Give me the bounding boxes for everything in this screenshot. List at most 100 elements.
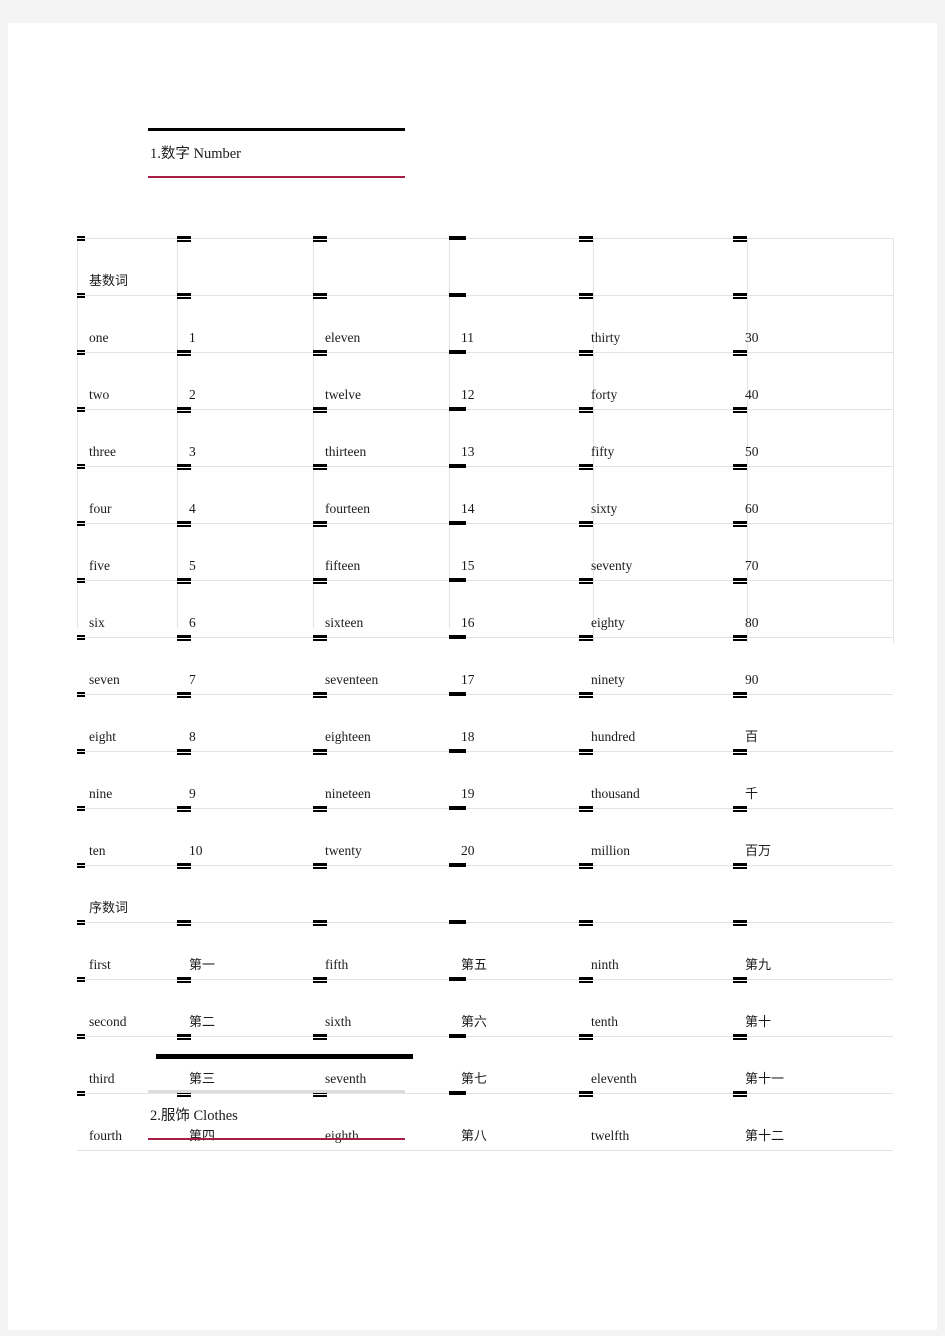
table-cell: 6 — [177, 578, 313, 638]
table-cell: 40 — [733, 350, 893, 410]
table-cell: 千 — [733, 749, 893, 809]
document-page: 1.数字 Number 基数词 one 1 eleven 11 thirty 30 two 2 t… — [0, 0, 945, 1336]
table-cell: 80 — [733, 578, 893, 638]
table-cell: 18 — [449, 692, 579, 752]
table-cell: five — [77, 521, 177, 581]
table-cell: six — [77, 578, 177, 638]
table-cell: four — [77, 464, 177, 524]
table-cell: twelfth — [579, 1091, 733, 1151]
table-cell: 30 — [733, 293, 893, 353]
table-cell: 2 — [177, 350, 313, 410]
table-row: two 2 twelve 12 forty 40 — [77, 350, 893, 410]
section-title-number: 1.数字 Number — [150, 146, 242, 162]
table-cell: 9 — [177, 749, 313, 809]
table-cell: twelve — [313, 350, 449, 410]
table-cell: 90 — [733, 635, 893, 695]
table-cell: two — [77, 350, 177, 410]
table-row: third 第三 seventh 第七 eleventh 第十一 — [77, 1034, 893, 1094]
table-cell: 第九 — [733, 920, 893, 980]
section-title-clothes: 2.服饰 Clothes — [150, 1108, 238, 1124]
table-cell: 3 — [177, 407, 313, 467]
table-row: one 1 eleven 11 thirty 30 — [77, 293, 893, 353]
section-heading-clothes: 2.服饰 Clothes — [148, 1090, 405, 1140]
section-divider-bar — [156, 1054, 413, 1059]
table-cell: 第六 — [449, 977, 579, 1037]
table-cell: ninth — [579, 920, 733, 980]
table-cell: sixteen — [313, 578, 449, 638]
table-cell: sixty — [579, 464, 733, 524]
table-cell: three — [77, 407, 177, 467]
group-label-row-ordinal: 序数词 — [77, 863, 893, 923]
page-sheet: 1.数字 Number 基数词 one 1 eleven 11 thirty 30 two 2 t… — [8, 23, 937, 1330]
table-cell: second — [77, 977, 177, 1037]
table-cell: eight — [77, 692, 177, 752]
table-cell: 1 — [177, 293, 313, 353]
table-cell: seventy — [579, 521, 733, 581]
table-row: nine 9 nineteen 19 thousand 千 — [77, 749, 893, 809]
table-cell: 第十一 — [733, 1034, 893, 1094]
heading-accent-rule — [148, 175, 405, 178]
table-group-label-cell: 基数词 — [77, 236, 177, 296]
table-row: five 5 fifteen 15 seventy 70 — [77, 521, 893, 581]
table-cell: thousand — [579, 749, 733, 809]
table-cell: hundred — [579, 692, 733, 752]
table-cell: eighteen — [313, 692, 449, 752]
table-cell: thirty — [579, 293, 733, 353]
table-cell: fifteen — [313, 521, 449, 581]
table-right-border — [893, 238, 894, 643]
table-row: second 第二 sixth 第六 tenth 第十 — [77, 977, 893, 1037]
table-cell: one — [77, 293, 177, 353]
table-cell: nine — [77, 749, 177, 809]
table-group-label-cell — [733, 863, 893, 923]
table-group-label-cell — [733, 236, 893, 296]
table-cell: 第十二 — [733, 1091, 893, 1151]
table-cell: 第十 — [733, 977, 893, 1037]
table-cell: 第七 — [449, 1034, 579, 1094]
table-cell: 百万 — [733, 806, 893, 866]
table-cell: million — [579, 806, 733, 866]
table-cell: ten — [77, 806, 177, 866]
table-cell: ninety — [579, 635, 733, 695]
table-cell: 8 — [177, 692, 313, 752]
table-cell: 14 — [449, 464, 579, 524]
table-cell: 60 — [733, 464, 893, 524]
table-cell: 16 — [449, 578, 579, 638]
table-cell: seven — [77, 635, 177, 695]
table-group-label-cell — [177, 236, 313, 296]
table-row: ten 10 twenty 20 million 百万 — [77, 806, 893, 866]
table-cell: seventh — [313, 1034, 449, 1094]
table-cell: 第二 — [177, 977, 313, 1037]
table-cell: 17 — [449, 635, 579, 695]
table-cell: 19 — [449, 749, 579, 809]
table-cell: 50 — [733, 407, 893, 467]
table-cell: 第一 — [177, 920, 313, 980]
table-row: first 第一 fifth 第五 ninth 第九 — [77, 920, 893, 980]
table-cell: forty — [579, 350, 733, 410]
table-cell: 5 — [177, 521, 313, 581]
table-group-label-cell — [449, 863, 579, 923]
table-cell: 第八 — [449, 1091, 579, 1151]
table-cell: 12 — [449, 350, 579, 410]
table-cell: fifty — [579, 407, 733, 467]
table-cell: third — [77, 1034, 177, 1094]
heading2-accent-rule — [148, 1137, 405, 1140]
table-row: seven 7 seventeen 17 ninety 90 — [77, 635, 893, 695]
table-row: eight 8 eighteen 18 hundred 百 — [77, 692, 893, 752]
table-cell: sixth — [313, 977, 449, 1037]
table-cell: 70 — [733, 521, 893, 581]
table-cell: 20 — [449, 806, 579, 866]
table-cell: 4 — [177, 464, 313, 524]
table-cell: fourteen — [313, 464, 449, 524]
table-cell: seventeen — [313, 635, 449, 695]
table-cell: thirteen — [313, 407, 449, 467]
table-cell: 10 — [177, 806, 313, 866]
group-label-row-cardinal: 基数词 — [77, 236, 893, 296]
table-cell: 11 — [449, 293, 579, 353]
table-cell: twenty — [313, 806, 449, 866]
table-group-label-cell — [449, 236, 579, 296]
table-group-label-cell — [579, 863, 733, 923]
table-cell: eleventh — [579, 1034, 733, 1094]
table-cell: 第三 — [177, 1034, 313, 1094]
number-vocabulary-table: 基数词 one 1 eleven 11 thirty 30 two 2 twelve 12 forty… — [77, 236, 893, 1151]
table-cell: 13 — [449, 407, 579, 467]
